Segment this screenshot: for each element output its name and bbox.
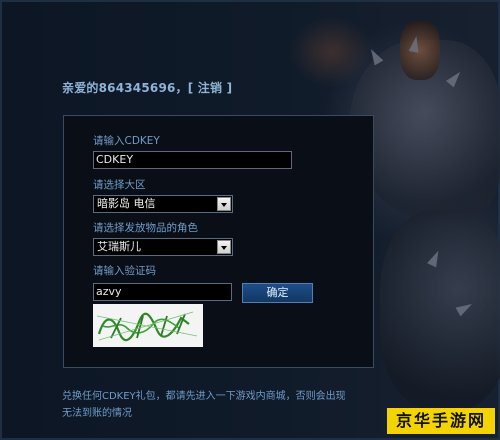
chevron-down-icon[interactable] [217,197,231,211]
character-arm-shape [380,210,500,410]
captcha-glyphs [96,311,198,342]
user-greeting: 亲爱的864345696，[ 注销 ] [62,79,232,96]
captcha-input[interactable]: azvy [93,283,232,301]
role-selected-value: 艾瑞斯儿 [97,240,141,253]
cdkey-input[interactable]: CDKEY [93,151,292,169]
cdkey-label: 请输入CDKEY [93,135,160,147]
greeting-text: 亲爱的864345696， [62,81,188,95]
region-label: 请选择大区 [93,179,146,191]
notice-text: 兑换任何CDKEY礼包，都请先进入一下游戏内商城，否则会出现无法到账的情况 [62,391,346,419]
region-select[interactable]: 暗影岛 电信 [93,195,233,213]
role-label: 请选择发放物品的角色 [93,222,198,234]
captcha-image[interactable] [93,304,203,347]
region-selected-value: 暗影岛 电信 [97,197,156,210]
chevron-down-icon[interactable] [217,240,231,254]
captcha-label: 请输入验证码 [93,265,156,277]
confirm-button[interactable]: 确定 [242,283,313,303]
character-head-shape [400,20,440,80]
site-watermark: 京华手游网 [387,408,495,434]
logout-link[interactable]: [ 注销 ] [188,81,233,95]
role-select[interactable]: 艾瑞斯儿 [93,238,233,256]
